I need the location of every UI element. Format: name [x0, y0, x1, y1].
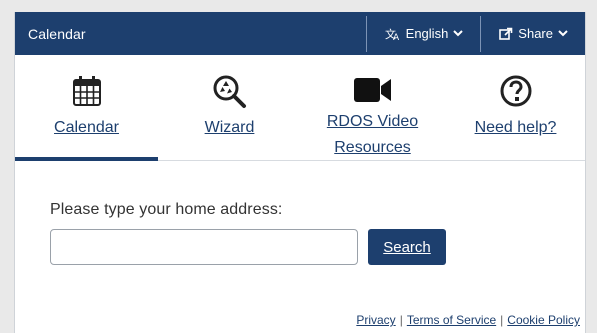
address-input[interactable]	[50, 229, 358, 265]
tab-label: Need help?	[474, 119, 557, 136]
video-camera-icon	[353, 75, 393, 105]
tab-label: Wizard	[204, 119, 255, 136]
terms-of-service-link[interactable]: Terms of Service	[407, 313, 496, 327]
tab-rdos-video-resources[interactable]: RDOS Video Resources	[301, 55, 444, 160]
chevron-down-icon	[453, 30, 464, 37]
cookie-policy-link[interactable]: Cookie Policy	[507, 313, 580, 327]
svg-text:A: A	[393, 33, 400, 41]
search-section: Please type your home address: Search	[15, 161, 585, 265]
header-bar: Calendar 文 A English Share	[15, 12, 585, 55]
calendar-widget: Calendar 文 A English Share Calendar Wiza…	[14, 12, 586, 333]
translate-icon: 文 A	[385, 27, 401, 41]
search-form: Search	[50, 229, 585, 265]
language-button[interactable]: 文 A English	[367, 26, 481, 41]
footer-links: Privacy | Terms of Service | Cookie Policy	[356, 313, 580, 327]
tab-label: RDOS Video Resources	[326, 113, 419, 156]
tab-label: Calendar	[54, 119, 119, 136]
footer-separator: |	[500, 313, 504, 327]
question-circle-icon	[500, 75, 532, 111]
header-title: Calendar	[28, 25, 86, 42]
privacy-link[interactable]: Privacy	[356, 313, 395, 327]
tab-calendar[interactable]: Calendar	[15, 55, 158, 161]
share-button[interactable]: Share	[481, 26, 585, 41]
calendar-icon	[71, 75, 103, 111]
recycle-search-icon	[213, 75, 247, 111]
share-label: Share	[518, 26, 553, 41]
tab-wizard[interactable]: Wizard	[158, 55, 301, 160]
address-prompt: Please type your home address:	[50, 201, 283, 218]
chevron-down-icon	[558, 30, 568, 37]
search-button[interactable]: Search	[368, 229, 446, 265]
tab-need-help[interactable]: Need help?	[444, 55, 587, 160]
language-label: English	[405, 26, 449, 41]
tab-bar: Calendar Wizard RDOS Video Resources Nee…	[15, 55, 585, 161]
share-icon	[499, 27, 513, 40]
footer-separator: |	[399, 313, 403, 327]
